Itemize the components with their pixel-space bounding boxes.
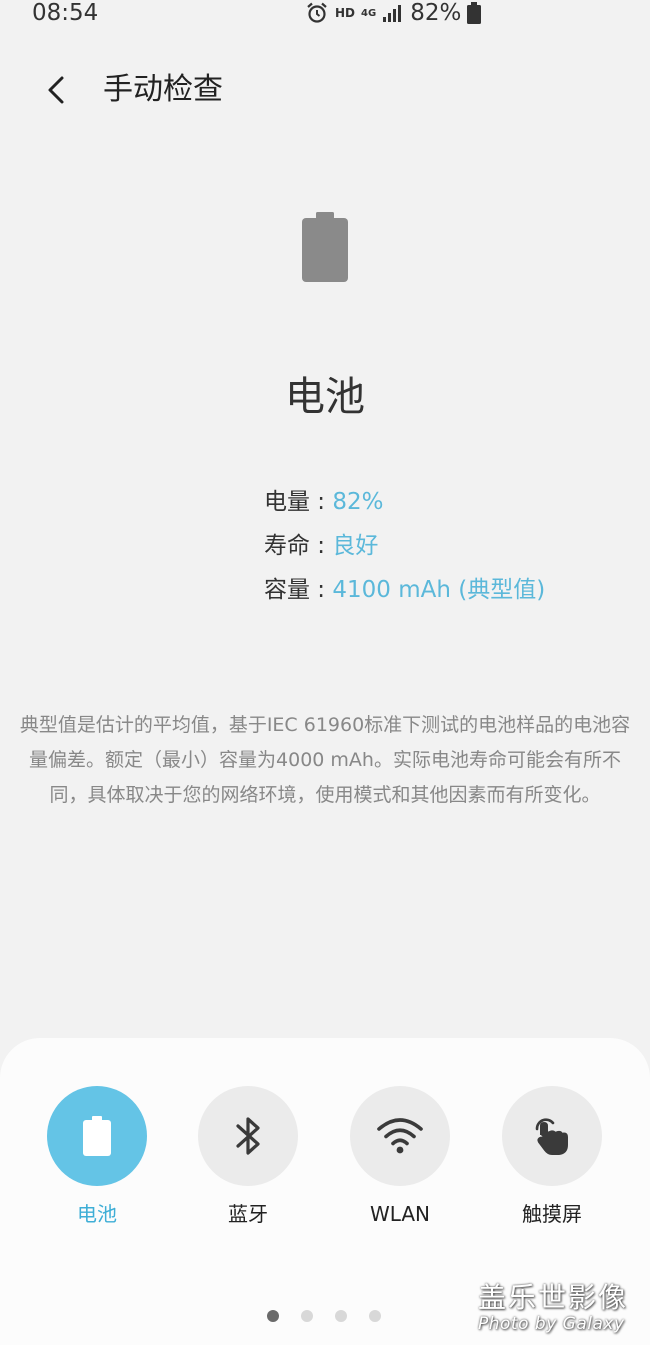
info-value: 4100 mAh (典型值) [332,577,546,603]
tab-battery[interactable]: 电池 [37,1086,157,1226]
back-arrow-icon [48,76,64,104]
battery-info-list: 电量 : 82% 寿命 : 良好 容量 : 4100 mAh (典型值) [264,480,545,612]
tab-label: 电池 [77,1202,117,1226]
battery-status-icon [467,2,482,24]
tab-wlan[interactable]: WLAN [340,1086,460,1226]
app-header: 手动检查 [0,62,650,118]
tab-label: 触摸屏 [522,1202,582,1226]
tab-touchscreen[interactable]: 触摸屏 [492,1086,612,1226]
alarm-icon [307,2,327,23]
page-title: 手动检查 [103,72,223,107]
battery-icon [302,212,348,282]
info-row-life: 寿命 : 良好 [264,524,545,568]
page-dot[interactable] [267,1310,279,1322]
battery-description: 典型值是估计的平均值，基于IEC 61960标准下测试的电池样品的电池容量偏差。… [19,714,631,806]
info-value: 良好 [332,533,379,559]
watermark: 盖乐世影像 Photo by Galaxy [478,1281,629,1335]
back-button[interactable] [40,70,76,110]
watermark-subtitle: Photo by Galaxy [478,1314,625,1334]
info-value: 82% [332,489,384,515]
tab-icon-circle [47,1086,147,1186]
tab-icon-circle [198,1086,298,1186]
wifi-icon [377,1118,423,1154]
page-dot[interactable] [335,1310,347,1322]
info-row-capacity: 容量 : 4100 mAh (典型值) [264,568,545,612]
page-indicator [267,1310,381,1322]
status-time: 08:54 [32,0,99,26]
hd-indicator: HD [335,6,356,20]
battery-percent: 82% [410,0,462,26]
tab-bluetooth[interactable]: 蓝牙 [188,1086,308,1226]
bluetooth-icon [236,1117,260,1155]
section-title: 电池 [285,374,365,420]
battery-icon [83,1116,111,1156]
info-label: 寿命 : [264,533,333,559]
signal-icon [383,5,402,22]
info-label: 电量 : [264,489,333,515]
network-type: 4G [361,7,377,19]
watermark-title: 盖乐世影像 [478,1281,629,1314]
touch-hand-icon [535,1118,568,1155]
tab-icon-circle [350,1086,450,1186]
tab-icon-circle [502,1086,602,1186]
status-bar: 08:54 HD 4G 82% [0,0,650,30]
page-dot[interactable] [369,1310,381,1322]
tab-label: 蓝牙 [228,1202,268,1226]
page-dot[interactable] [301,1310,313,1322]
info-row-charge: 电量 : 82% [264,480,545,524]
status-icons: HD 4G 82% [305,0,482,26]
tab-label: WLAN [369,1202,431,1226]
info-label: 容量 : [264,577,333,603]
